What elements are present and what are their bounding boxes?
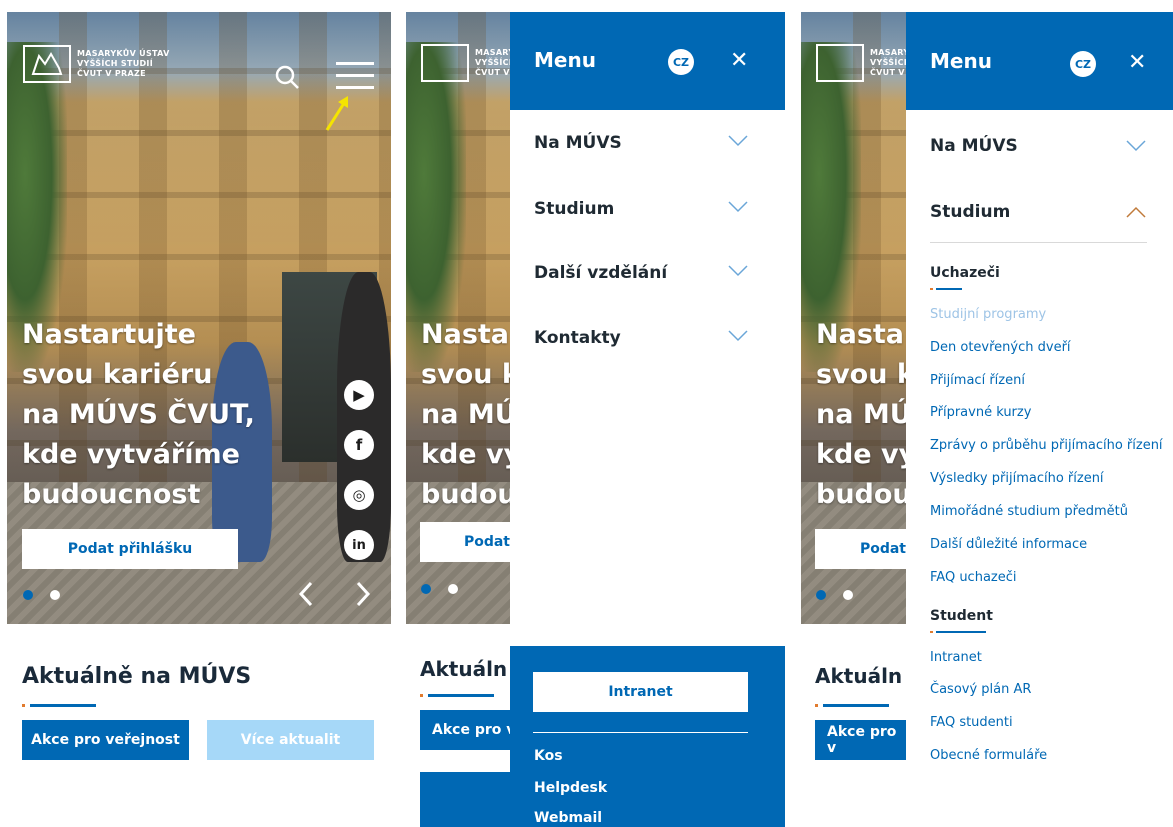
submenu-link[interactable]: Časový plán AR bbox=[930, 682, 1031, 697]
section-divider bbox=[930, 242, 1147, 243]
annotation-arrow-icon bbox=[322, 94, 352, 138]
menu-item-studium[interactable]: Studium bbox=[534, 199, 614, 219]
heading-underline bbox=[936, 288, 962, 290]
carousel-dot[interactable] bbox=[448, 584, 458, 594]
carousel-dot[interactable] bbox=[50, 590, 60, 600]
card-image bbox=[420, 772, 516, 827]
drawer-header: Menu CZ ✕ bbox=[510, 12, 785, 110]
public-events-button[interactable]: Akce pro v bbox=[420, 710, 516, 750]
submenu-link[interactable]: FAQ studenti bbox=[930, 715, 1013, 730]
submenu-link[interactable]: Obecné formuláře bbox=[930, 748, 1047, 763]
menu-item-na-muvs[interactable]: Na MÚVS bbox=[930, 136, 1018, 156]
submenu-link[interactable]: Intranet bbox=[930, 650, 982, 665]
person-image bbox=[337, 272, 391, 562]
search-icon[interactable] bbox=[274, 64, 300, 94]
youtube-icon[interactable]: ▶ bbox=[344, 380, 374, 410]
public-events-button[interactable]: Akce pro v bbox=[815, 720, 906, 760]
lion-emblem-icon bbox=[816, 44, 864, 82]
apply-button[interactable]: Podat přihlášku bbox=[22, 529, 238, 569]
submenu-open-screen: MASARYKŮV ÚSTAVVYŠŠÍCH STUDIÍČVUT V PRAZ… bbox=[801, 12, 1173, 772]
chevron-down-icon[interactable] bbox=[728, 263, 748, 281]
menu-item-dalsi-vzdelani[interactable]: Další vzdělání bbox=[534, 263, 667, 283]
more-news-button[interactable]: Více aktualit bbox=[207, 720, 374, 760]
submenu-link[interactable]: Den otevřených dveří bbox=[930, 340, 1071, 355]
heading-accent bbox=[930, 288, 933, 290]
carousel-dot-active[interactable] bbox=[816, 590, 826, 600]
menu-item-na-muvs[interactable]: Na MÚVS bbox=[534, 133, 622, 153]
chevron-down-icon[interactable] bbox=[728, 199, 748, 217]
lion-emblem-icon bbox=[23, 45, 71, 83]
submenu-link[interactable]: Mimořádné studium předmětů bbox=[930, 504, 1128, 519]
submenu-heading-student: Student bbox=[930, 608, 993, 624]
chevron-down-icon[interactable] bbox=[728, 328, 748, 346]
homepage-screen: MASARYKŮV ÚSTAV VYŠŠÍCH STUDIÍ ČVUT V PRAZ… bbox=[7, 12, 391, 772]
close-icon[interactable]: ✕ bbox=[730, 50, 748, 72]
menu-item-kontakty[interactable]: Kontakty bbox=[534, 328, 621, 348]
submenu-link[interactable]: Přípravné kurzy bbox=[930, 405, 1031, 420]
drawer-title: Menu bbox=[930, 49, 992, 73]
link-helpdesk[interactable]: Helpdesk bbox=[534, 780, 607, 796]
language-switch[interactable]: CZ bbox=[668, 49, 694, 75]
logo-text: MASARYKŮV ÚSTAVVYŠŠÍCH STUDIÍČVUT V PRAZ… bbox=[77, 49, 170, 78]
heading-underline bbox=[936, 631, 986, 633]
heading-accent bbox=[930, 631, 933, 633]
nav-drawer: Menu CZ ✕ Na MÚVS Studium Uchazeči Studi… bbox=[906, 12, 1173, 772]
carousel-dot-active[interactable] bbox=[23, 590, 33, 600]
submenu-heading-applicants: Uchazeči bbox=[930, 265, 1000, 281]
menu-open-screen: MASARYKŮV ÚSTAVVYŠŠÍCH STUDIÍČVUT V PRAZ… bbox=[406, 12, 785, 827]
heading-underline bbox=[30, 704, 96, 707]
drawer-title: Menu bbox=[534, 48, 596, 72]
heading-accent bbox=[420, 694, 423, 697]
heading-accent bbox=[815, 704, 818, 707]
carousel-dot-active[interactable] bbox=[421, 584, 431, 594]
submenu-link[interactable]: Další důležité informace bbox=[930, 537, 1087, 552]
submenu-link[interactable]: Přijímací řízení bbox=[930, 373, 1025, 388]
hero-headline: Nastartujte svou kariéru na MÚVS ČVUT, k… bbox=[22, 319, 255, 510]
public-events-button[interactable]: Akce pro veřejnost bbox=[22, 720, 189, 760]
nav-drawer: Menu CZ ✕ Na MÚVS Studium Další vzdělání… bbox=[510, 12, 785, 827]
carousel-dot[interactable] bbox=[843, 590, 853, 600]
chevron-left-icon[interactable] bbox=[298, 580, 314, 614]
chevron-up-icon[interactable] bbox=[1126, 204, 1146, 222]
link-webmail[interactable]: Webmail bbox=[534, 810, 602, 826]
news-heading: Aktuálně na MÚVS bbox=[22, 664, 252, 689]
close-icon[interactable]: ✕ bbox=[1128, 52, 1146, 74]
submenu-link[interactable]: Výsledky přijímacího řízení bbox=[930, 471, 1104, 486]
lion-emblem-icon bbox=[421, 44, 469, 82]
apply-button[interactable]: Podat bbox=[815, 529, 906, 569]
site-logo[interactable]: MASARYKŮV ÚSTAVVYŠŠÍCH STUDIÍČVUT V PRAZ… bbox=[23, 45, 170, 83]
chevron-right-icon[interactable] bbox=[355, 580, 371, 614]
heading-underline bbox=[428, 694, 494, 697]
heading-accent bbox=[22, 704, 25, 707]
link-kos[interactable]: Kos bbox=[534, 748, 563, 764]
drawer-footer: Intranet Kos Helpdesk Webmail bbox=[510, 646, 785, 827]
chevron-down-icon[interactable] bbox=[1126, 138, 1146, 156]
language-switch[interactable]: CZ bbox=[1070, 51, 1096, 77]
menu-item-studium[interactable]: Studium bbox=[930, 202, 1010, 222]
drawer-header: Menu CZ ✕ bbox=[906, 12, 1173, 110]
instagram-icon[interactable]: ◎ bbox=[344, 480, 374, 510]
apply-button[interactable]: Podat bbox=[420, 522, 510, 562]
heading-underline bbox=[823, 704, 889, 707]
footer-divider bbox=[533, 732, 748, 733]
news-heading: Aktuáln bbox=[815, 664, 903, 688]
facebook-icon[interactable]: f bbox=[344, 430, 374, 460]
linkedin-icon[interactable]: in bbox=[344, 530, 374, 560]
submenu-link[interactable]: Zprávy o průběhu přijímacího řízení bbox=[930, 438, 1163, 453]
chevron-down-icon[interactable] bbox=[728, 133, 748, 151]
hamburger-menu-icon[interactable] bbox=[336, 60, 376, 96]
submenu-link[interactable]: Studijní programy bbox=[930, 307, 1046, 322]
submenu-link[interactable]: FAQ uchazeči bbox=[930, 570, 1017, 585]
intranet-button[interactable]: Intranet bbox=[533, 672, 748, 712]
news-heading: Aktuáln bbox=[420, 657, 508, 681]
